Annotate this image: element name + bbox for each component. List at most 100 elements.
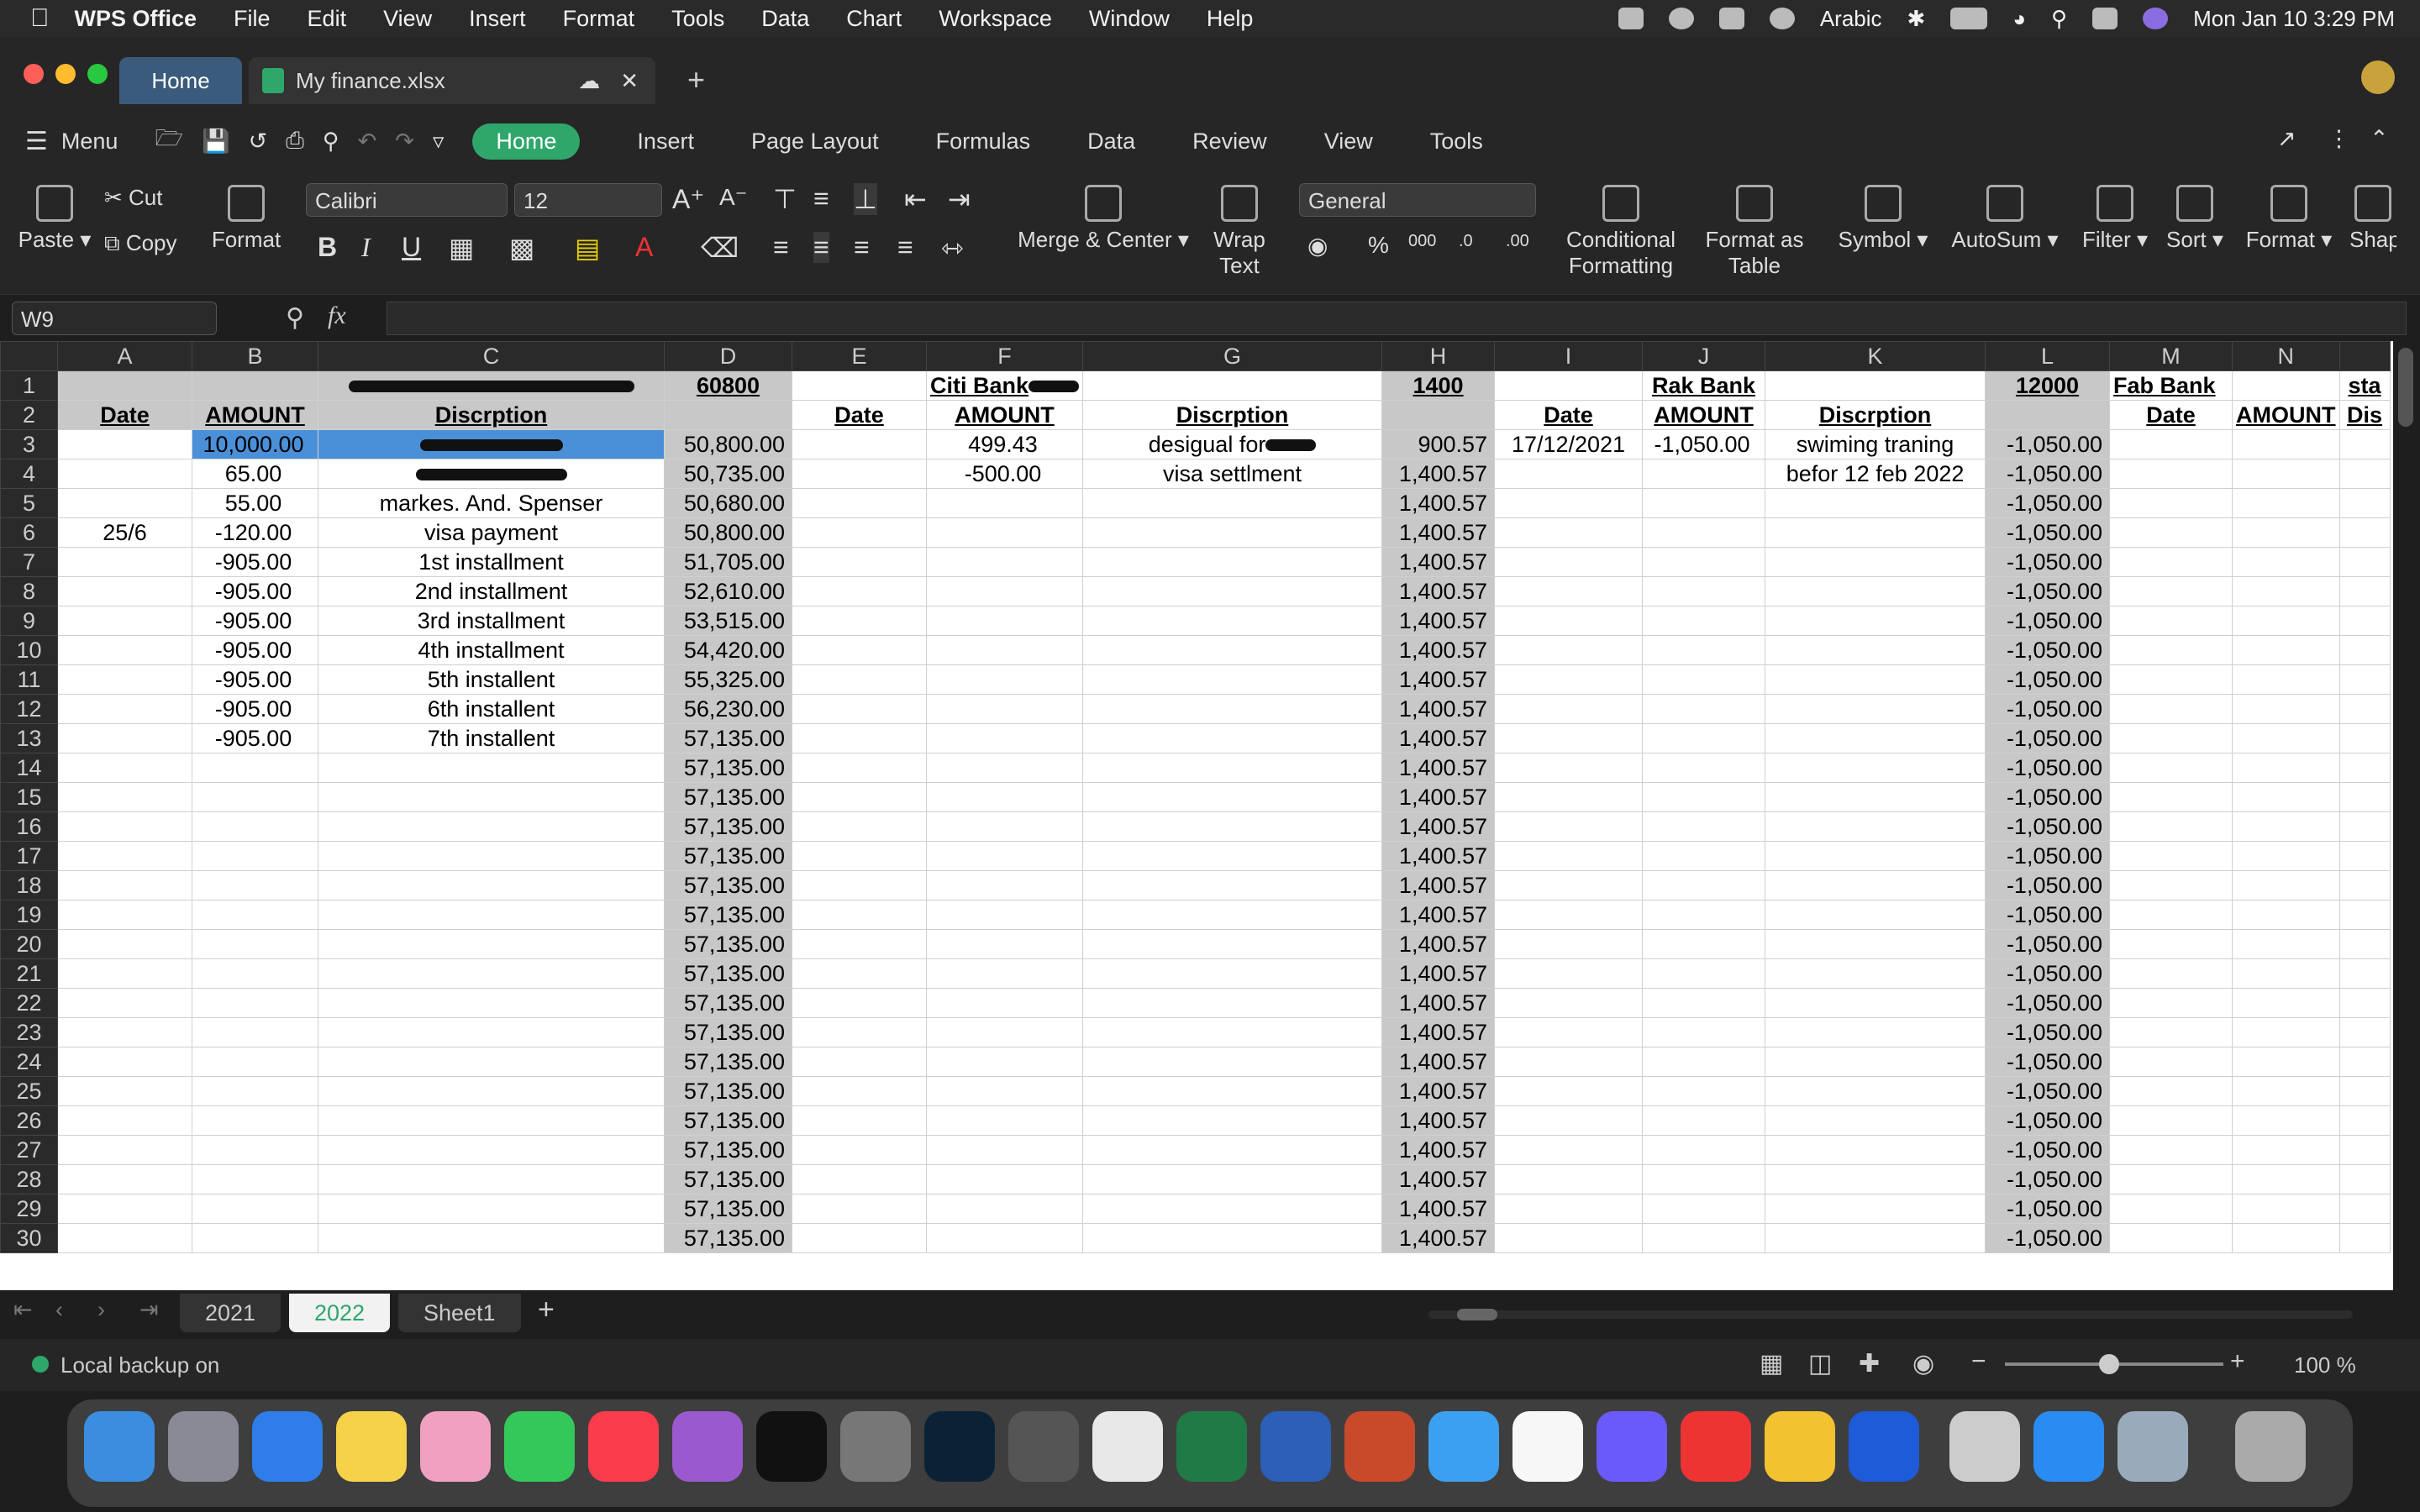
cell[interactable]: 60800 xyxy=(664,370,792,401)
cell[interactable] xyxy=(192,1223,318,1253)
excel-icon[interactable] xyxy=(1176,1411,1247,1482)
print-preview-icon[interactable]: ⚲ xyxy=(323,129,339,155)
cell[interactable]: AMOUNT xyxy=(2232,400,2340,430)
cell[interactable] xyxy=(2232,1194,2340,1224)
cell[interactable] xyxy=(2109,635,2233,665)
cell[interactable] xyxy=(2109,870,2233,900)
cell[interactable] xyxy=(192,988,318,1018)
cell[interactable]: 56,230.00 xyxy=(664,694,792,724)
row-header[interactable]: 15 xyxy=(0,782,58,812)
column-header[interactable]: B xyxy=(192,341,318,371)
cell[interactable] xyxy=(2232,576,2340,606)
row-header[interactable]: 3 xyxy=(0,429,58,459)
cell[interactable]: 53,515.00 xyxy=(664,606,792,636)
cell[interactable] xyxy=(1082,1194,1383,1224)
row-header[interactable]: 2 xyxy=(0,400,58,430)
cell[interactable] xyxy=(318,1105,665,1136)
cell[interactable] xyxy=(1642,459,1766,489)
cell[interactable] xyxy=(2109,694,2233,724)
column-header[interactable]: E xyxy=(792,341,927,371)
row-header[interactable]: 14 xyxy=(0,753,58,783)
row-header[interactable]: 18 xyxy=(0,870,58,900)
cell[interactable]: AMOUNT xyxy=(1642,400,1766,430)
row-header[interactable]: 19 xyxy=(0,900,58,930)
cell[interactable] xyxy=(57,811,192,842)
wifi-icon[interactable]: ◕ xyxy=(2012,6,2026,32)
cell[interactable] xyxy=(318,1223,665,1253)
column-header[interactable]: N xyxy=(2232,341,2340,371)
menu-window[interactable]: Window xyxy=(1089,6,1170,32)
cell[interactable]: -1,050.00 xyxy=(1985,488,2111,518)
cell[interactable] xyxy=(192,370,318,401)
align-top-icon[interactable]: ⊤ xyxy=(773,183,797,215)
cell[interactable] xyxy=(792,429,927,459)
backup-status[interactable]: Local backup on xyxy=(60,1352,219,1378)
cell[interactable] xyxy=(57,988,192,1018)
cell[interactable] xyxy=(1642,1194,1766,1224)
cell[interactable] xyxy=(1494,635,1644,665)
page-break-view-icon[interactable]: ✚ xyxy=(1859,1349,1880,1378)
cell[interactable]: 57,135.00 xyxy=(664,870,792,900)
cell[interactable]: -1,050.00 xyxy=(1985,459,2111,489)
menu-app-name[interactable]: WPS Office xyxy=(75,6,197,32)
cell[interactable]: Date xyxy=(1494,400,1644,430)
input-source[interactable]: Arabic xyxy=(1820,6,1882,32)
cell[interactable] xyxy=(1642,811,1766,842)
cell[interactable] xyxy=(925,900,1084,930)
cell[interactable]: 57,135.00 xyxy=(664,1223,792,1253)
cell[interactable] xyxy=(2109,988,2233,1018)
cell[interactable] xyxy=(318,870,665,900)
cell[interactable] xyxy=(2232,753,2340,783)
cell[interactable]: 1,400.57 xyxy=(1381,753,1496,783)
row-header[interactable]: 25 xyxy=(0,1076,58,1106)
align-center-icon[interactable]: ≡ xyxy=(813,232,829,263)
zoom-out-icon[interactable]: − xyxy=(1971,1347,1986,1376)
cell[interactable] xyxy=(192,870,318,900)
cell[interactable]: Citi Bank xyxy=(925,370,1084,401)
cell[interactable]: 1,400.57 xyxy=(1381,782,1496,812)
cell[interactable] xyxy=(318,1194,665,1224)
cell[interactable] xyxy=(2338,664,2391,695)
menu-help[interactable]: Help xyxy=(1207,6,1254,32)
cell[interactable] xyxy=(1494,870,1644,900)
row-header[interactable]: 30 xyxy=(0,1223,58,1253)
minimize-window-button[interactable] xyxy=(55,64,76,84)
cell[interactable]: -1,050.00 xyxy=(1985,517,2111,548)
cell[interactable]: -1,050.00 xyxy=(1985,1135,2111,1165)
cell[interactable]: Rak Bank xyxy=(1642,370,1766,401)
cell[interactable] xyxy=(2109,429,2233,459)
cell[interactable] xyxy=(1082,900,1383,930)
cell[interactable] xyxy=(1082,782,1383,812)
cell[interactable] xyxy=(57,958,192,989)
cell[interactable] xyxy=(2338,635,2391,665)
cell[interactable] xyxy=(2232,1135,2340,1165)
cell[interactable] xyxy=(2109,547,2233,577)
cell[interactable] xyxy=(1642,1047,1766,1077)
cell[interactable] xyxy=(925,1194,1084,1224)
cell[interactable]: 57,135.00 xyxy=(664,958,792,989)
cell[interactable] xyxy=(1765,517,1986,548)
cell[interactable]: 57,135.00 xyxy=(664,1194,792,1224)
cell[interactable] xyxy=(318,841,665,871)
cell[interactable] xyxy=(192,1135,318,1165)
spreadsheet-grid[interactable]: A B C D E F G H I J K L M N 1 60800 Citi Bank 1400 Rak Ban… xyxy=(0,341,2393,1290)
cell[interactable] xyxy=(1642,723,1766,753)
cell[interactable] xyxy=(1642,606,1766,636)
formula-input[interactable] xyxy=(387,302,2407,335)
redo-icon[interactable]: ↷ xyxy=(395,129,414,155)
cell[interactable] xyxy=(1082,1047,1383,1077)
cell[interactable]: 1,400.57 xyxy=(1381,1047,1496,1077)
sheet-tab-2022[interactable]: 2022 xyxy=(289,1294,391,1332)
cell[interactable] xyxy=(1082,929,1383,959)
cell[interactable] xyxy=(2109,900,2233,930)
cell[interactable]: 57,135.00 xyxy=(664,811,792,842)
keynote-icon[interactable] xyxy=(1092,1411,1163,1482)
increase-font-icon[interactable]: A⁺ xyxy=(672,183,704,215)
cell[interactable]: markes. And. Spenser xyxy=(318,488,665,518)
control-center-icon[interactable] xyxy=(2092,8,2118,29)
cell[interactable]: 55,325.00 xyxy=(664,664,792,695)
name-box[interactable]: W9 xyxy=(12,302,217,335)
cell[interactable] xyxy=(925,929,1084,959)
row-header[interactable]: 29 xyxy=(0,1194,58,1224)
cell[interactable]: 2nd installment xyxy=(318,576,665,606)
